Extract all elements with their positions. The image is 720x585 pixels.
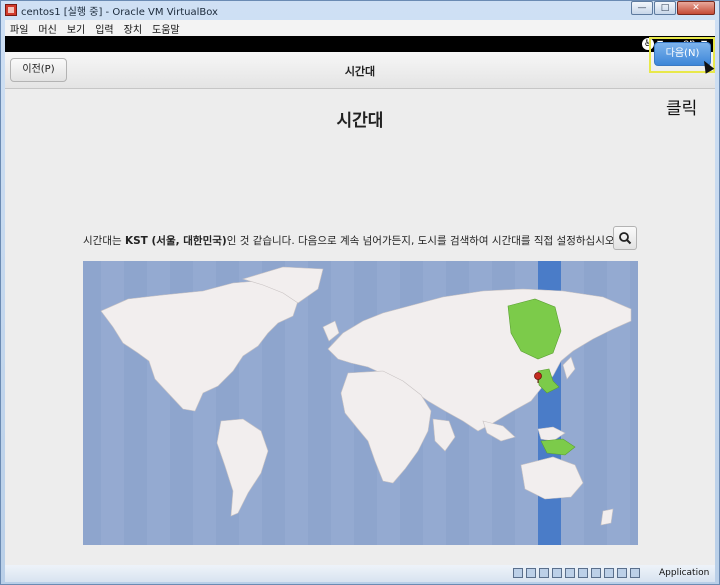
menu-help[interactable]: 도움말	[147, 21, 185, 36]
menu-view[interactable]: 보기	[62, 21, 90, 36]
guest-screen: ♿ ▼ en ▼ 이전(P) 시간대 다음(N) 클릭 시간대 시간대는 KST…	[5, 36, 715, 565]
installer-header: 이전(P) 시간대	[5, 52, 715, 89]
page-title: 시간대	[336, 111, 384, 131]
window-title: centos1 [실행 중] - Oracle VM VirtualBox	[21, 7, 218, 18]
maximize-button[interactable]: □	[654, 1, 676, 15]
menu-input[interactable]: 입력	[90, 21, 118, 36]
timezone-desc-suffix: 인 것 같습니다. 다음으로 계속 넘어가든지, 도시를 검색하여 시간대를 직…	[226, 235, 618, 247]
status-bar: Application	[5, 565, 715, 582]
menu-machine[interactable]: 머신	[33, 21, 61, 36]
display-icon[interactable]	[591, 568, 601, 578]
shared-folder-icon[interactable]	[578, 568, 588, 578]
hard-disk-icon[interactable]	[513, 568, 523, 578]
cpu-icon[interactable]	[617, 568, 627, 578]
optical-drive-icon[interactable]	[526, 568, 536, 578]
minimize-button[interactable]: —	[631, 1, 653, 15]
mouse-integration-icon[interactable]	[630, 568, 640, 578]
status-icons	[513, 568, 643, 578]
usb-icon[interactable]	[565, 568, 575, 578]
virtualbox-app-icon	[5, 4, 17, 16]
timezone-map[interactable]	[83, 261, 638, 545]
timezone-current: KST (서울, 대한민국)	[124, 235, 227, 247]
close-button[interactable]: ✕	[677, 1, 715, 15]
capture-icon[interactable]	[604, 568, 614, 578]
search-button[interactable]	[613, 226, 637, 250]
timezone-desc-prefix: 시간대는	[83, 235, 125, 247]
title-bar[interactable]: centos1 [실행 중] - Oracle VM VirtualBox — …	[1, 1, 719, 19]
network-icon[interactable]	[552, 568, 562, 578]
host-key-label: Application	[659, 568, 710, 578]
menu-file[interactable]: 파일	[5, 21, 33, 36]
virtualbox-window: centos1 [실행 중] - Oracle VM VirtualBox — …	[0, 0, 720, 585]
header-title: 시간대	[344, 65, 376, 78]
menu-bar: 파일 머신 보기 입력 장치 도움말	[5, 20, 715, 36]
menu-devices[interactable]: 장치	[119, 21, 147, 36]
search-icon	[619, 232, 632, 245]
gnome-top-bar: ♿ ▼ en ▼	[5, 36, 715, 52]
window-controls: — □ ✕	[630, 1, 715, 15]
audio-icon[interactable]	[539, 568, 549, 578]
timezone-description: 시간대는 KST (서울, 대한민국)인 것 같습니다. 다음으로 계속 넘어가…	[83, 233, 618, 248]
